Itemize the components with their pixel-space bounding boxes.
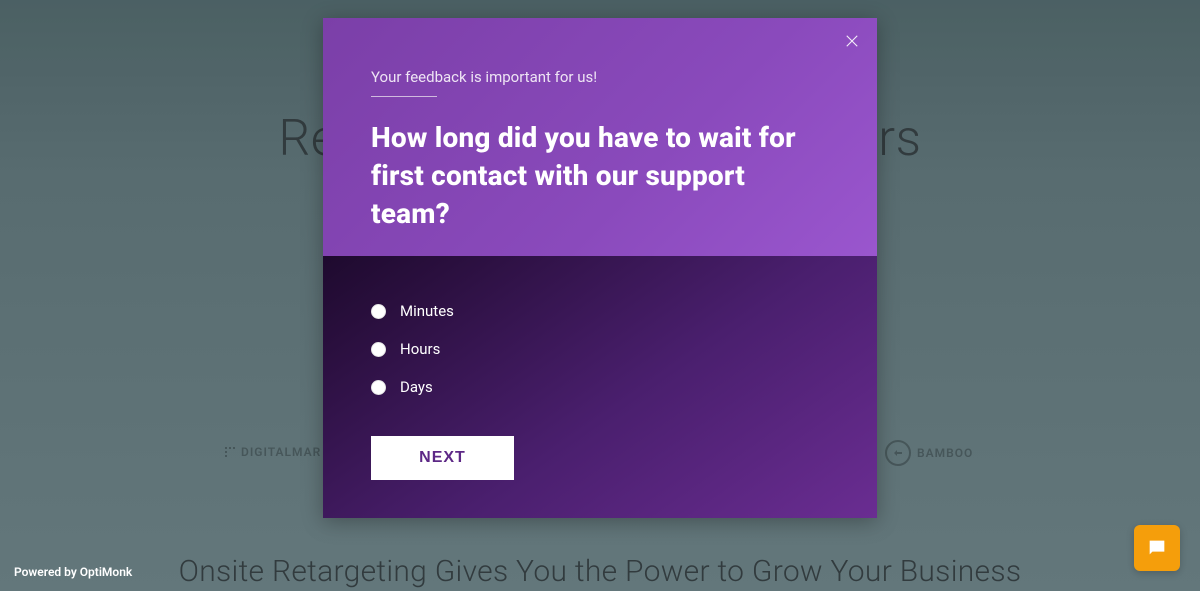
close-icon (843, 32, 861, 50)
chat-icon (1146, 537, 1168, 559)
options-group: Minutes Hours Days (371, 302, 829, 396)
radio-icon (371, 342, 386, 357)
option-days[interactable]: Days (371, 378, 829, 396)
modal-header: Your feedback is important for us! How l… (323, 18, 877, 256)
chat-button[interactable] (1134, 525, 1180, 571)
close-button[interactable] (843, 32, 861, 50)
option-label: Minutes (400, 302, 454, 320)
option-minutes[interactable]: Minutes (371, 302, 829, 320)
feedback-modal: Your feedback is important for us! How l… (323, 18, 877, 518)
modal-intro: Your feedback is important for us! (371, 68, 829, 86)
radio-icon (371, 380, 386, 395)
modal-question: How long did you have to wait for first … (371, 119, 829, 232)
option-hours[interactable]: Hours (371, 340, 829, 358)
radio-icon (371, 304, 386, 319)
option-label: Hours (400, 340, 440, 358)
intro-underline (371, 96, 437, 97)
option-label: Days (400, 378, 433, 396)
modal-body: Minutes Hours Days NEXT (323, 256, 877, 518)
next-button[interactable]: NEXT (371, 436, 514, 480)
powered-by[interactable]: Powered by OptiMonk (14, 565, 132, 579)
